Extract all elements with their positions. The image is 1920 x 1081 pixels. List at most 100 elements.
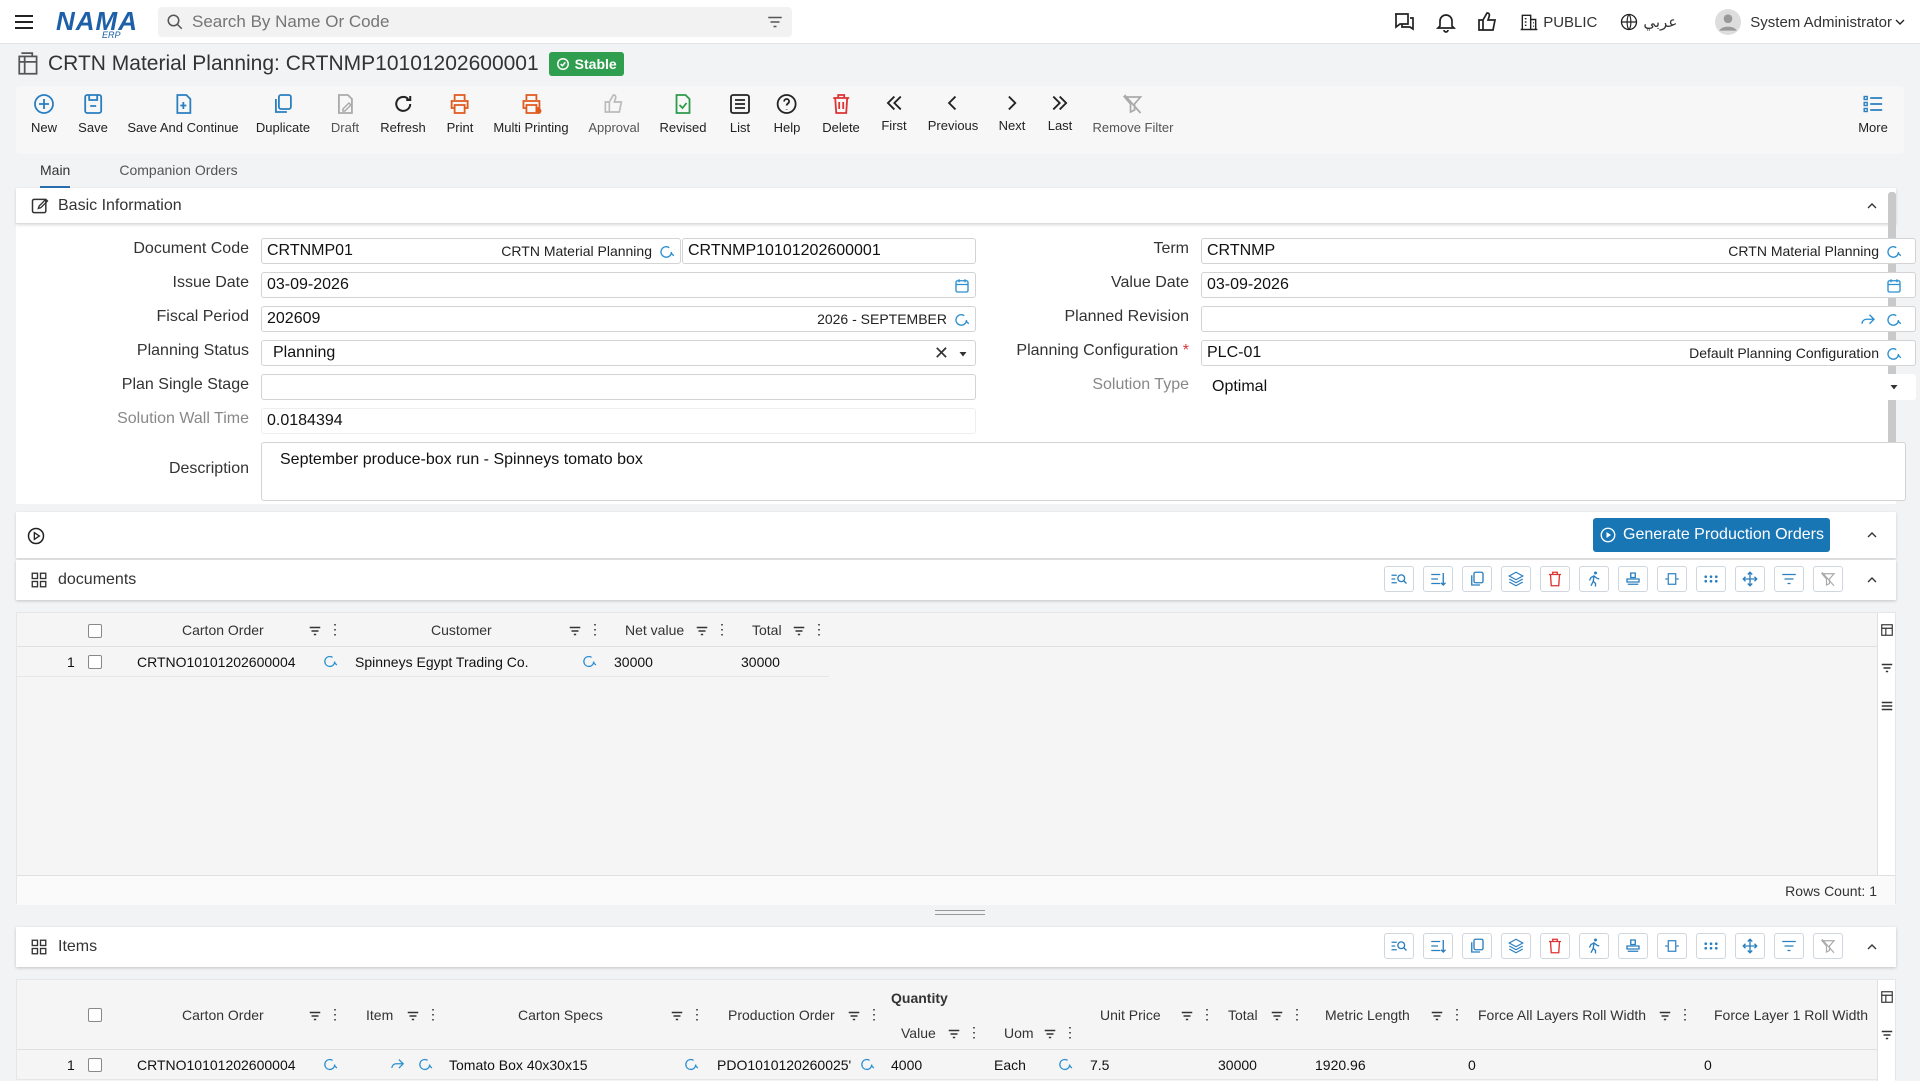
run-button[interactable] xyxy=(1579,933,1609,959)
kebab-icon[interactable]: ⋮ xyxy=(1290,1006,1304,1023)
filter-button[interactable] xyxy=(1774,566,1804,592)
kebab-icon[interactable]: ⋮ xyxy=(1678,1006,1692,1023)
issue-date-field[interactable]: 03-09-2026 xyxy=(261,272,976,298)
fiscal-period-field[interactable]: 202609 2026 - SEPTEMBER xyxy=(261,306,976,332)
kebab-icon[interactable]: ⋮ xyxy=(812,621,826,638)
filter-icon[interactable] xyxy=(568,624,582,638)
term-field[interactable]: CRTNMP CRTN Material Planning xyxy=(1201,238,1916,264)
multi-printing-button[interactable]: Multi Printing xyxy=(493,92,569,135)
lookup-icon[interactable] xyxy=(417,1056,434,1073)
print-button[interactable]: Print xyxy=(447,92,473,135)
play-circle-icon[interactable] xyxy=(26,526,46,546)
kebab-icon[interactable]: ⋮ xyxy=(967,1024,981,1041)
revised-button[interactable]: Revised xyxy=(660,92,706,135)
filter-icon[interactable] xyxy=(766,13,784,31)
delete-row-button[interactable] xyxy=(1540,566,1570,592)
filter-icon[interactable] xyxy=(406,1009,420,1023)
kebab-icon[interactable]: ⋮ xyxy=(1200,1006,1214,1023)
stamp-button[interactable] xyxy=(1618,566,1648,592)
filter-icon[interactable] xyxy=(308,624,322,638)
kebab-icon[interactable]: ⋮ xyxy=(426,1006,440,1023)
lookup-icon[interactable] xyxy=(658,243,676,261)
col-customer[interactable]: Customer xyxy=(431,613,492,647)
filter-button[interactable] xyxy=(1774,933,1804,959)
lookup-icon[interactable] xyxy=(1885,311,1903,329)
search-input[interactable] xyxy=(192,11,766,32)
bell-icon[interactable] xyxy=(1425,0,1467,44)
filter-icon[interactable] xyxy=(947,1027,961,1041)
move-button[interactable] xyxy=(1735,566,1765,592)
stamp-button[interactable] xyxy=(1618,933,1648,959)
planning-configuration-field[interactable]: PLC-01 Default Planning Configuration xyxy=(1201,340,1916,366)
chevron-up-icon[interactable] xyxy=(1864,527,1880,543)
col-total[interactable]: Total xyxy=(752,613,782,647)
kebab-icon[interactable]: ⋮ xyxy=(1063,1024,1077,1041)
filter-icon[interactable] xyxy=(1430,1009,1444,1023)
lookup-icon[interactable] xyxy=(322,1056,339,1073)
table-row[interactable]: 1 CRTNO10101202600004 Spinneys Egypt Tra… xyxy=(17,647,829,677)
more-button[interactable]: More xyxy=(1858,92,1888,135)
run-button[interactable] xyxy=(1579,566,1609,592)
first-button[interactable]: First xyxy=(881,92,907,133)
help-button[interactable]: Help xyxy=(774,92,800,135)
lookup-icon[interactable] xyxy=(859,1056,876,1073)
resize-button[interactable] xyxy=(1657,933,1687,959)
kebab-icon[interactable]: ⋮ xyxy=(867,1006,881,1023)
layers-button[interactable] xyxy=(1501,566,1531,592)
planned-revision-field[interactable] xyxy=(1201,306,1916,332)
sort-button[interactable] xyxy=(1423,566,1453,592)
calendar-icon[interactable] xyxy=(1885,277,1903,295)
visibility-selector[interactable]: PUBLIC xyxy=(1519,12,1597,32)
user-menu[interactable]: System Administrator xyxy=(1715,9,1908,35)
lookup-icon[interactable] xyxy=(322,653,339,670)
chevron-up-icon[interactable] xyxy=(1864,572,1880,588)
col-total[interactable]: Total xyxy=(1228,1007,1258,1023)
share-icon[interactable] xyxy=(389,1056,406,1073)
filter-icon[interactable] xyxy=(1880,661,1894,675)
resize-handle[interactable] xyxy=(935,910,985,915)
menu-icon[interactable] xyxy=(12,10,36,34)
menu-icon[interactable] xyxy=(1880,699,1894,713)
filter-icon[interactable] xyxy=(1043,1027,1057,1041)
save-and-continue-button[interactable]: Save And Continue xyxy=(127,92,239,135)
col-carton-specs[interactable]: Carton Specs xyxy=(518,1007,603,1023)
col-uom[interactable]: Uom xyxy=(1004,1025,1034,1041)
draft-button[interactable]: Draft xyxy=(331,92,359,135)
tab-companion-orders[interactable]: Companion Orders xyxy=(119,156,237,188)
kebab-icon[interactable]: ⋮ xyxy=(588,621,602,638)
move-button[interactable] xyxy=(1735,933,1765,959)
filter-icon[interactable] xyxy=(308,1009,322,1023)
copy-button[interactable] xyxy=(1462,933,1492,959)
resize-button[interactable] xyxy=(1657,566,1687,592)
select-all-checkbox[interactable] xyxy=(88,624,102,638)
col-unit-price[interactable]: Unit Price xyxy=(1100,1007,1161,1023)
col-item[interactable]: Item xyxy=(366,1007,393,1023)
filter-icon[interactable] xyxy=(792,624,806,638)
plan-single-stage-field[interactable] xyxy=(261,374,976,400)
search-grid-button[interactable] xyxy=(1384,566,1414,592)
filter-icon[interactable] xyxy=(1270,1009,1284,1023)
thumbs-up-icon[interactable] xyxy=(1467,0,1509,44)
col-metric-length[interactable]: Metric Length xyxy=(1325,1007,1410,1023)
lookup-icon[interactable] xyxy=(581,653,598,670)
sort-button[interactable] xyxy=(1423,933,1453,959)
dots-grid-button[interactable] xyxy=(1696,566,1726,592)
generate-production-orders-button[interactable]: Generate Production Orders xyxy=(1593,518,1830,552)
lookup-icon[interactable] xyxy=(683,1056,700,1073)
tab-main[interactable]: Main xyxy=(40,156,71,188)
table-row[interactable]: 1 CRTNO10101202600004 Tomato Box 40x30x1… xyxy=(17,1050,1879,1080)
select-all-checkbox[interactable] xyxy=(88,1008,102,1022)
kebab-icon[interactable]: ⋮ xyxy=(328,621,342,638)
col-value[interactable]: Value xyxy=(901,1025,936,1041)
kebab-icon[interactable]: ⋮ xyxy=(690,1006,704,1023)
save-button[interactable]: Save xyxy=(78,92,108,135)
filter-icon[interactable] xyxy=(670,1009,684,1023)
new-button[interactable]: New xyxy=(31,92,57,135)
lookup-icon[interactable] xyxy=(1885,345,1903,363)
chevron-up-icon[interactable] xyxy=(1864,939,1880,955)
value-date-field[interactable]: 03-09-2026 xyxy=(1201,272,1916,298)
delete-row-button[interactable] xyxy=(1540,933,1570,959)
filter-icon[interactable] xyxy=(847,1009,861,1023)
basic-information-header[interactable]: Basic Information xyxy=(16,188,1896,224)
share-icon[interactable] xyxy=(1859,311,1877,329)
